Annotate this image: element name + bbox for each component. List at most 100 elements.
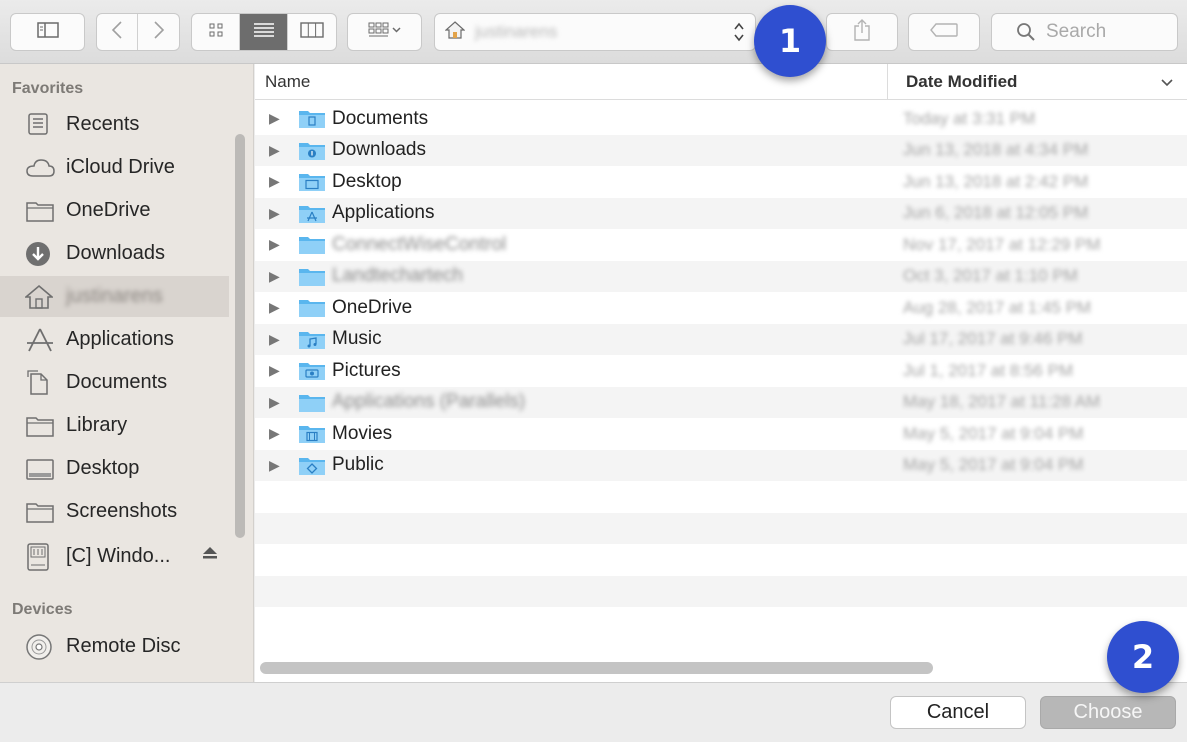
public-folder-icon bbox=[299, 457, 325, 475]
column-view-button[interactable] bbox=[288, 14, 336, 50]
share-icon bbox=[853, 18, 871, 47]
sidebar-item-home[interactable]: justinarens bbox=[0, 276, 229, 317]
file-name: Documents bbox=[332, 107, 429, 129]
sidebar-item-label: OneDrive bbox=[66, 199, 151, 221]
search-field[interactable]: Search bbox=[991, 13, 1178, 51]
home-icon bbox=[25, 283, 57, 311]
column-name[interactable]: Name bbox=[265, 72, 310, 92]
file-date: Aug 28, 2017 at 1:45 PM bbox=[903, 297, 1092, 317]
empty-row bbox=[255, 607, 1187, 639]
icon-view-button[interactable] bbox=[192, 14, 241, 50]
disclosure-triangle-icon[interactable]: ▶ bbox=[269, 205, 280, 222]
table-row[interactable]: ▶ Public May 5, 2017 at 9:04 PM bbox=[255, 449, 1187, 481]
sidebar-item-documents[interactable]: Documents bbox=[0, 362, 229, 403]
path-location-label: justinarens bbox=[475, 22, 558, 41]
folder-icon bbox=[299, 268, 325, 286]
sidebar-item-windows-drive[interactable]: [C] Windo... bbox=[0, 536, 229, 577]
sidebar: Favorites Recents iCloud Drive OneDrive … bbox=[0, 64, 254, 682]
disclosure-triangle-icon[interactable]: ▶ bbox=[269, 362, 280, 379]
sidebar-item-label: iCloud Drive bbox=[66, 156, 175, 178]
drive-icon bbox=[25, 542, 57, 571]
file-name: Pictures bbox=[332, 359, 401, 381]
forward-button[interactable] bbox=[138, 14, 179, 50]
file-name: Public bbox=[332, 454, 384, 476]
sidebar-item-screenshots[interactable]: Screenshots bbox=[0, 491, 229, 532]
list-view-button[interactable] bbox=[240, 14, 288, 50]
disclosure-triangle-icon[interactable]: ▶ bbox=[269, 268, 280, 285]
sidebar-item-applications[interactable]: Applications bbox=[0, 319, 229, 360]
table-row[interactable]: ▶ Applications Jun 6, 2018 at 12:05 PM bbox=[255, 197, 1187, 229]
sidebar-item-desktop[interactable]: Desktop bbox=[0, 448, 229, 489]
file-date: Nov 17, 2017 at 12:29 PM bbox=[903, 234, 1101, 254]
empty-row bbox=[255, 512, 1187, 544]
folder-icon bbox=[25, 412, 57, 440]
downloads-folder-icon bbox=[299, 142, 325, 160]
file-name: Downloads bbox=[332, 139, 426, 161]
eject-icon[interactable] bbox=[202, 546, 218, 565]
table-row[interactable]: ▶ Documents Today at 3:31 PM bbox=[255, 103, 1187, 135]
applications-icon bbox=[25, 326, 57, 354]
file-name: Music bbox=[332, 328, 382, 350]
music-folder-icon bbox=[299, 331, 325, 349]
empty-row bbox=[255, 544, 1187, 576]
disclosure-triangle-icon[interactable]: ▶ bbox=[269, 299, 280, 316]
table-row[interactable]: ▶ Applications (Parallels) May 18, 2017 … bbox=[255, 386, 1187, 418]
step-badge-2: 2 bbox=[1107, 621, 1179, 693]
search-icon bbox=[1016, 22, 1036, 42]
sidebar-toggle-button[interactable] bbox=[10, 13, 85, 51]
sidebar-item-recents[interactable]: Recents bbox=[0, 104, 229, 145]
folder-icon bbox=[299, 237, 325, 254]
file-date: May 18, 2017 at 11:28 AM bbox=[903, 392, 1101, 412]
table-row[interactable]: ▶ OneDrive Aug 28, 2017 at 1:45 PM bbox=[255, 292, 1187, 324]
column-date-modified[interactable]: Date Modified bbox=[887, 64, 1187, 100]
sidebar-item-icloud-drive[interactable]: iCloud Drive bbox=[0, 147, 229, 188]
file-date: May 5, 2017 at 9:04 PM bbox=[903, 423, 1084, 443]
sidebar-item-downloads[interactable]: Downloads bbox=[0, 233, 229, 274]
horizontal-scrollbar[interactable] bbox=[260, 662, 933, 674]
disclosure-triangle-icon[interactable]: ▶ bbox=[269, 110, 280, 127]
folder-icon bbox=[299, 300, 325, 317]
sidebar-item-label: Recents bbox=[66, 113, 140, 135]
column-header: Name Date Modified bbox=[255, 64, 1187, 100]
group-by-button[interactable] bbox=[347, 13, 422, 51]
file-name: Applications bbox=[332, 202, 435, 224]
path-popup[interactable]: justinarens bbox=[434, 13, 756, 51]
file-name: OneDrive bbox=[332, 296, 413, 318]
choose-button[interactable]: Choose bbox=[1040, 696, 1176, 729]
table-row[interactable]: ▶ Pictures Jul 1, 2017 at 8:56 PM bbox=[255, 355, 1187, 387]
movies-folder-icon bbox=[299, 426, 325, 443]
table-row[interactable]: ▶ Desktop Jun 13, 2018 at 2:42 PM bbox=[255, 166, 1187, 198]
table-row[interactable]: ▶ Landtechartech Oct 3, 2017 at 1:10 PM bbox=[255, 260, 1187, 292]
disclosure-triangle-icon[interactable]: ▶ bbox=[269, 425, 280, 442]
disclosure-triangle-icon[interactable]: ▶ bbox=[269, 142, 280, 159]
dialog-footer: Cancel Choose bbox=[0, 682, 1187, 742]
file-name: Landtechartech bbox=[332, 265, 463, 287]
disc-icon bbox=[25, 633, 57, 661]
disclosure-triangle-icon[interactable]: ▶ bbox=[269, 331, 280, 348]
table-row[interactable]: ▶ Downloads Jun 13, 2018 at 4:34 PM bbox=[255, 134, 1187, 166]
sidebar-item-remote-disc[interactable]: Remote Disc bbox=[0, 626, 229, 667]
disclosure-triangle-icon[interactable]: ▶ bbox=[269, 394, 280, 411]
step-badge-1: 1 bbox=[754, 5, 826, 77]
sidebar-item-onedrive[interactable]: OneDrive bbox=[0, 190, 229, 231]
list-icon bbox=[253, 22, 275, 43]
table-row[interactable]: ▶ ConnectWiseControl Nov 17, 2017 at 12:… bbox=[255, 229, 1187, 261]
tags-button[interactable] bbox=[908, 13, 980, 51]
table-row[interactable]: ▶ Music Jul 17, 2017 at 9:46 PM bbox=[255, 323, 1187, 355]
table-row[interactable]: ▶ Movies May 5, 2017 at 9:04 PM bbox=[255, 418, 1187, 450]
back-button[interactable] bbox=[97, 14, 139, 50]
search-placeholder: Search bbox=[1046, 21, 1107, 42]
sidebar-scrollbar[interactable] bbox=[235, 134, 245, 538]
file-date: May 5, 2017 at 9:04 PM bbox=[903, 455, 1084, 475]
sidebar-item-label: justinarens bbox=[66, 285, 163, 307]
disclosure-triangle-icon[interactable]: ▶ bbox=[269, 457, 280, 474]
sidebar-item-library[interactable]: Library bbox=[0, 405, 229, 446]
cancel-button[interactable]: Cancel bbox=[890, 696, 1026, 729]
share-button[interactable] bbox=[826, 13, 898, 51]
file-date: Jul 17, 2017 at 9:46 PM bbox=[903, 329, 1083, 349]
disclosure-triangle-icon[interactable]: ▶ bbox=[269, 236, 280, 253]
documents-folder-icon bbox=[299, 111, 325, 128]
disclosure-triangle-icon[interactable]: ▶ bbox=[269, 173, 280, 190]
sidebar-item-label: Applications bbox=[66, 328, 174, 350]
toolbar: justinarens Search bbox=[0, 0, 1187, 64]
